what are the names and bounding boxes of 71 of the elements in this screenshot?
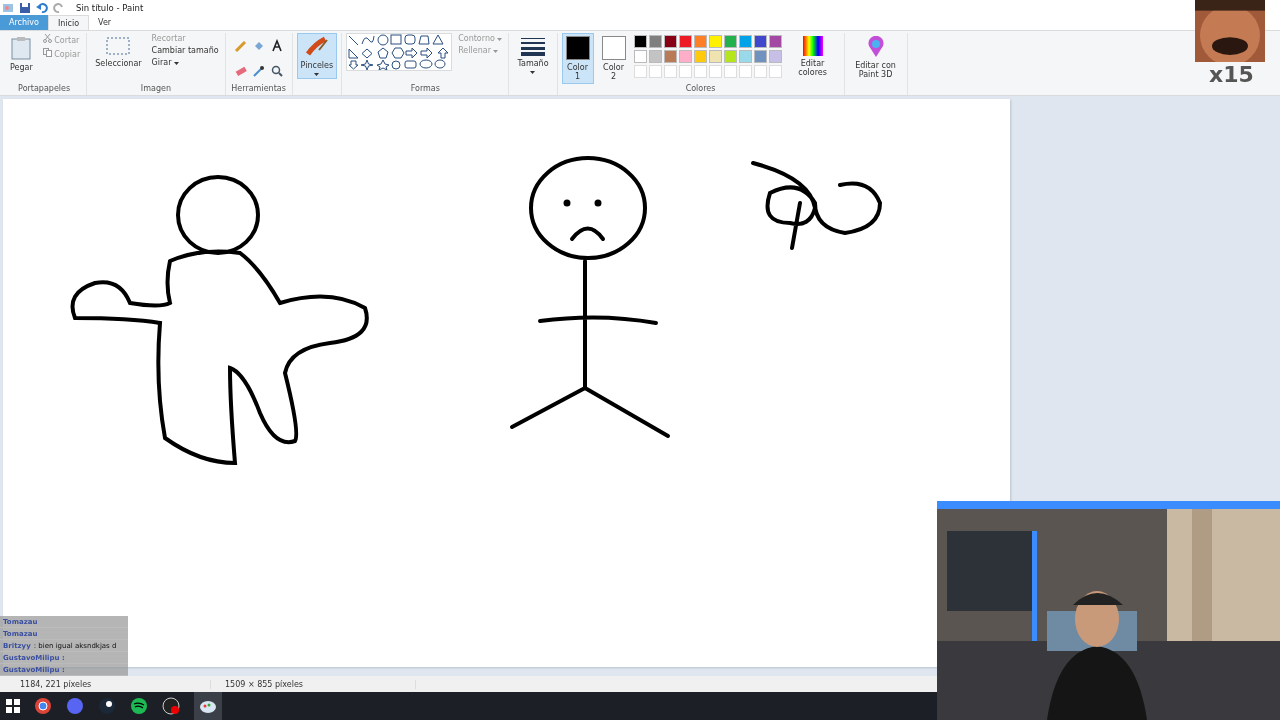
palette-swatch[interactable] — [633, 35, 647, 48]
palette-swatch[interactable] — [768, 35, 782, 48]
group-label: Formas — [410, 84, 440, 95]
emote-counter: x15 — [1209, 62, 1254, 88]
caret-icon — [314, 73, 320, 76]
magnifier-icon[interactable] — [269, 63, 284, 78]
browser-icon[interactable] — [34, 697, 52, 715]
pencil-icon[interactable] — [233, 39, 248, 53]
palette-swatch[interactable] — [633, 50, 647, 63]
shapes-gallery[interactable] — [346, 33, 453, 71]
palette-swatch[interactable] — [753, 35, 767, 48]
palette-swatch[interactable] — [708, 50, 722, 63]
scissors-icon — [42, 34, 52, 43]
palette-swatch[interactable] — [693, 35, 707, 48]
color-2-button[interactable]: Color 2 — [597, 33, 630, 84]
group-label: Imagen — [140, 84, 171, 95]
line-width-icon — [521, 36, 545, 56]
music-app-icon[interactable] — [130, 697, 148, 715]
palette-swatch[interactable] — [738, 50, 752, 63]
paste-button[interactable]: Pegar — [6, 33, 37, 75]
palette-swatch[interactable] — [678, 35, 692, 48]
game-launcher-icon[interactable] — [98, 697, 116, 715]
palette-swatch[interactable] — [723, 50, 737, 63]
palette-swatch[interactable] — [723, 35, 737, 48]
brush-icon — [304, 36, 329, 58]
palette-swatch[interactable] — [768, 50, 782, 63]
recorder-icon[interactable] — [162, 697, 180, 715]
color-swatch — [601, 36, 626, 60]
size-button[interactable]: Tamaño — [513, 33, 553, 77]
edit-colors-button[interactable]: Editar colores — [785, 33, 840, 80]
cursor-position: 1184, 221 píxeles — [0, 679, 211, 689]
copy-icon — [42, 48, 52, 57]
save-icon[interactable] — [19, 1, 31, 14]
paint-app-icon — [2, 1, 14, 14]
resize-button[interactable]: Cambiar tamaño — [149, 45, 221, 56]
color-picker-icon[interactable] — [251, 63, 266, 78]
group-label: Portapapeles — [18, 84, 71, 95]
redo-icon[interactable] — [53, 1, 65, 14]
window-title: Sin título - Paint — [76, 2, 144, 13]
start-icon[interactable] — [6, 699, 20, 713]
chat-app-icon[interactable] — [66, 697, 84, 715]
paint-3d-button[interactable]: Editar con Paint 3D — [848, 33, 903, 82]
caret-icon — [530, 71, 536, 74]
color-swatch — [565, 36, 590, 60]
palette-swatch[interactable] — [678, 50, 692, 63]
ribbon-tab[interactable]: Inicio — [47, 15, 90, 30]
text-icon[interactable] — [269, 39, 284, 53]
caret-icon — [174, 62, 180, 65]
canvas[interactable] — [3, 99, 1010, 667]
palette-swatch[interactable] — [708, 35, 722, 48]
selection-icon — [105, 36, 132, 56]
palette-swatch[interactable] — [663, 50, 677, 63]
palette-swatch[interactable] — [648, 35, 662, 48]
palette-swatch[interactable] — [648, 50, 662, 63]
brushes-button[interactable]: Pinceles — [296, 33, 338, 79]
palette-swatch[interactable] — [663, 35, 677, 48]
caret-icon — [497, 38, 503, 41]
group-label: Colores — [685, 84, 716, 95]
caret-icon — [493, 50, 499, 53]
group-label: Herramientas — [231, 84, 286, 95]
clipboard-icon — [11, 36, 32, 60]
rotate-button[interactable]: Girar — [149, 57, 221, 68]
paint-taskbar-icon[interactable] — [194, 692, 222, 720]
palette-swatch[interactable] — [753, 50, 767, 63]
canvas-size: 1509 × 855 píxeles — [211, 679, 416, 689]
color-1-button[interactable]: Color 1 — [561, 33, 594, 84]
palette-swatch[interactable] — [738, 35, 752, 48]
undo-icon[interactable] — [36, 1, 48, 14]
color-spectrum-icon — [802, 36, 823, 56]
palette-swatch[interactable] — [693, 50, 707, 63]
select-button[interactable]: Seleccionar — [91, 33, 146, 71]
